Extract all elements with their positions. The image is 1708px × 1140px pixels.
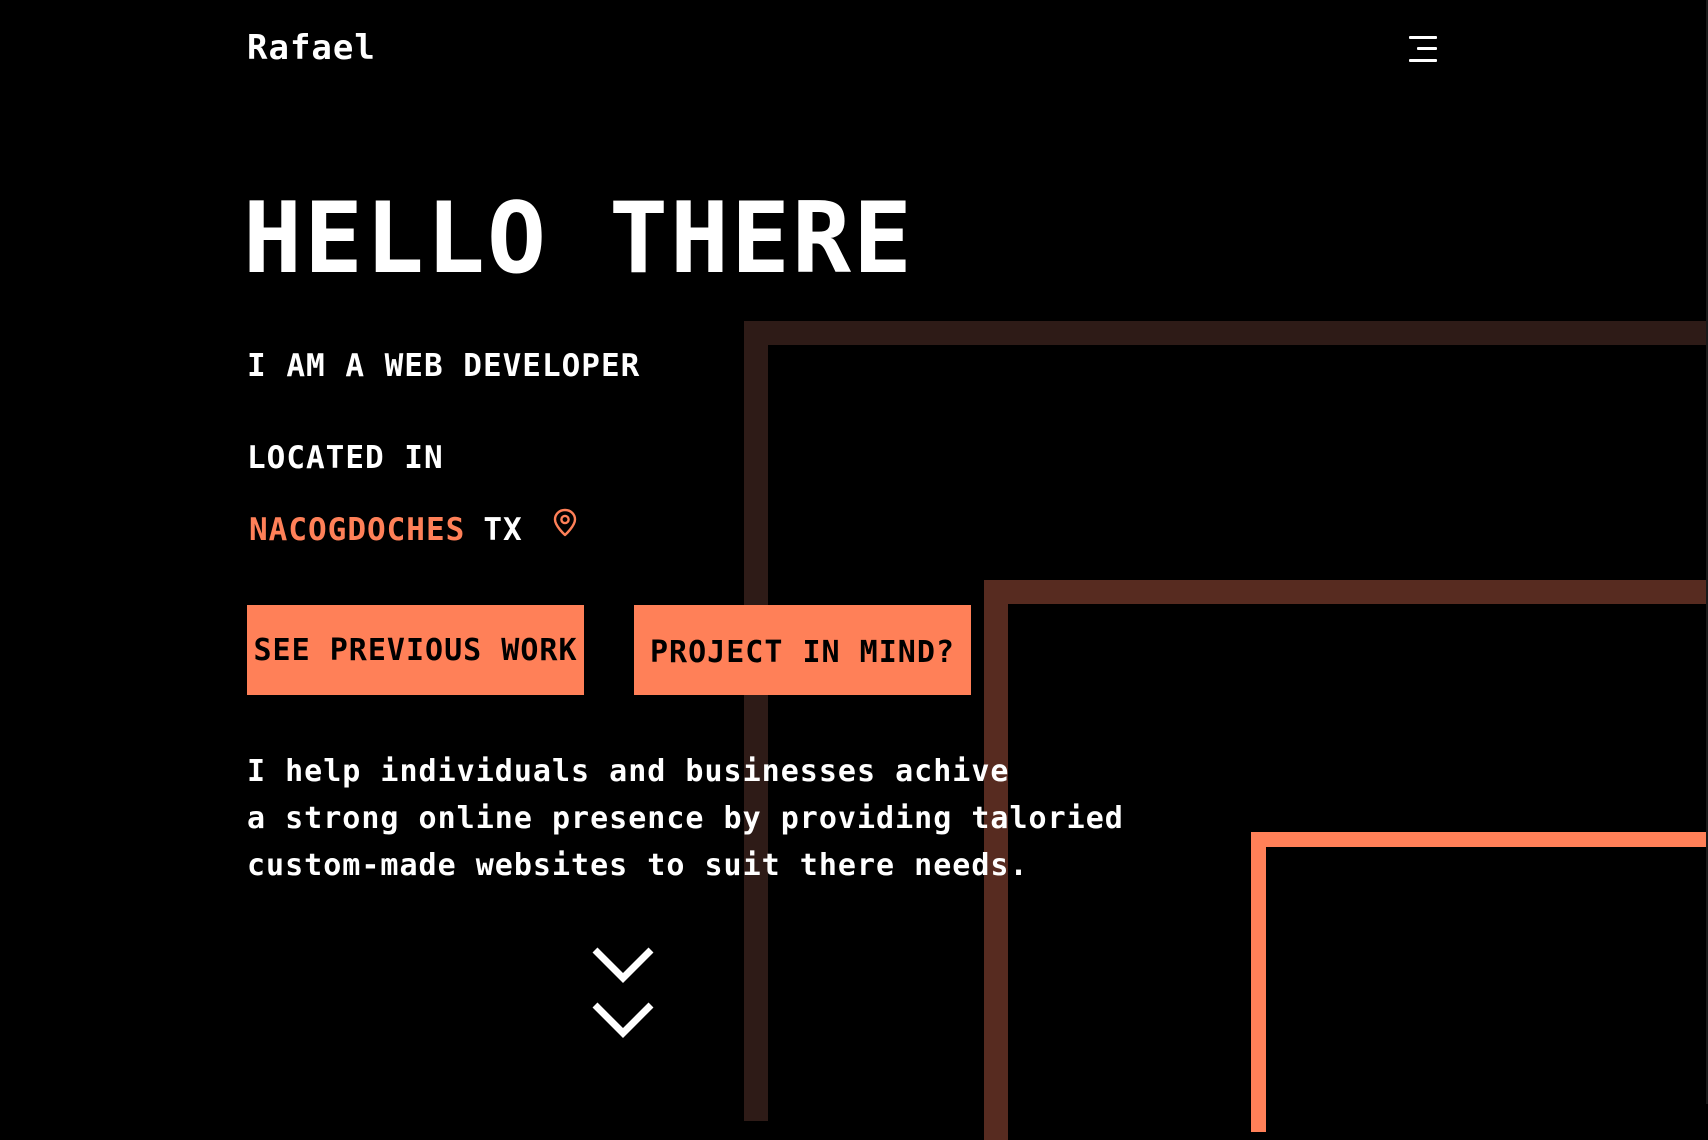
city-name: NACOGDOCHES xyxy=(249,512,466,548)
decorative-frame-front xyxy=(1251,832,1708,1132)
description-line: a strong online presence by providing ta… xyxy=(247,801,1124,836)
role-text: I AM A WEB DEVELOPER xyxy=(247,348,641,384)
site-logo[interactable]: Rafael xyxy=(247,28,376,68)
state-name: TX xyxy=(483,512,523,548)
hero-title: HELLO THERE xyxy=(243,182,915,296)
menu-line-middle xyxy=(1417,47,1437,50)
map-pin-icon xyxy=(553,508,577,537)
double-chevron-down-icon[interactable] xyxy=(590,944,656,1044)
located-label: LOCATED IN xyxy=(247,440,444,476)
see-previous-work-button[interactable]: SEE PREVIOUS WORK xyxy=(247,605,584,695)
menu-line-top xyxy=(1409,36,1437,39)
menu-line-bottom xyxy=(1409,59,1437,62)
description-line: I help individuals and businesses achive xyxy=(247,754,1010,789)
project-in-mind-button[interactable]: PROJECT IN MIND? xyxy=(634,605,971,695)
intro-description: I help individuals and businesses achive… xyxy=(247,748,1124,889)
page: Rafael HELLO THERE I AM A WEB DEVELOPER … xyxy=(0,0,1708,1140)
location-line: NACOGDOCHES TX xyxy=(249,512,523,548)
description-line: custom-made websites to suit there needs… xyxy=(247,848,1029,883)
hamburger-menu-icon[interactable] xyxy=(1405,34,1437,64)
